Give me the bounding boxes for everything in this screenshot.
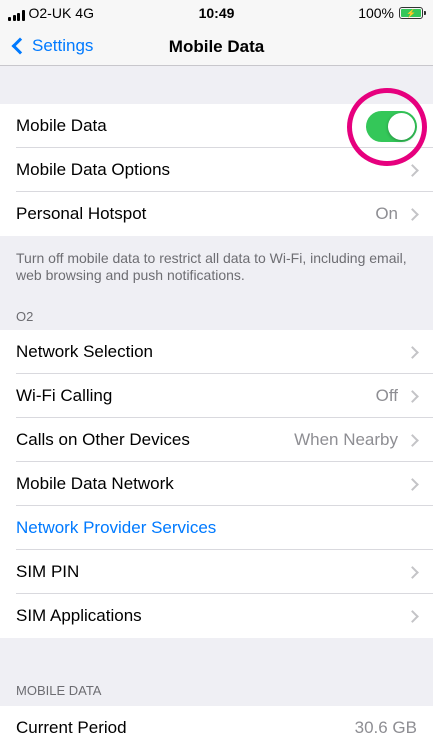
row-label: SIM Applications — [16, 606, 142, 625]
chevron-right-icon — [406, 389, 419, 403]
row-calls-on-other-devices[interactable]: Calls on Other Devices When Nearby — [0, 418, 433, 462]
row-current-period: Current Period 30.6 GB — [0, 706, 433, 747]
row-accessory: Off — [376, 386, 433, 406]
chevron-right-icon — [406, 477, 419, 491]
carrier-group: Network Selection Wi-Fi Calling Off Call… — [0, 330, 433, 638]
nav-bar: Settings Mobile Data — [0, 26, 433, 66]
chevron-right-icon — [406, 163, 419, 177]
row-label: Calls on Other Devices — [16, 430, 190, 449]
battery-icon: ⚡ — [399, 7, 426, 19]
row-label: Wi-Fi Calling — [16, 386, 113, 405]
row-accessory: When Nearby — [294, 430, 433, 450]
chevron-right-icon — [406, 433, 419, 447]
chevron-right-icon — [406, 207, 419, 221]
row-accessory — [406, 163, 433, 177]
highlight-circle — [347, 88, 427, 166]
personal-hotspot-value: On — [375, 204, 398, 223]
section-header-o2: O2 — [16, 309, 34, 324]
chevron-right-icon — [406, 609, 419, 623]
row-sim-pin[interactable]: SIM PIN — [0, 550, 433, 594]
page-title: Mobile Data — [168, 37, 265, 56]
status-bar: O2-UK 4G 10:49 100% ⚡ — [0, 0, 433, 26]
row-personal-hotspot[interactable]: Personal Hotspot On — [0, 192, 433, 236]
row-label: SIM PIN — [16, 562, 80, 581]
usage-group: Current Period 30.6 GB — [0, 706, 433, 747]
chevron-right-icon — [406, 565, 419, 579]
status-right: 100% ⚡ — [358, 5, 426, 21]
row-mobile-data-network[interactable]: Mobile Data Network — [0, 462, 433, 506]
row-accessory — [398, 609, 433, 623]
mobile-data-label: Mobile Data — [16, 116, 107, 135]
row-accessory: On — [375, 204, 433, 224]
row-value: Off — [375, 386, 398, 405]
row-network-selection[interactable]: Network Selection — [0, 330, 433, 374]
footer-note: Turn off mobile data to restrict all dat… — [16, 250, 407, 283]
charging-bolt-icon: ⚡ — [401, 9, 421, 18]
mobile-data-options-label: Mobile Data Options — [16, 160, 171, 179]
row-accessory — [398, 477, 433, 491]
row-accessory — [398, 565, 433, 579]
row-accessory: 30.6 GB — [355, 718, 433, 738]
row-network-provider-services[interactable]: Network Provider Services — [0, 506, 433, 550]
row-sim-applications[interactable]: SIM Applications — [0, 594, 433, 638]
chevron-right-icon — [406, 345, 419, 359]
row-accessory — [398, 345, 433, 359]
row-wifi-calling[interactable]: Wi-Fi Calling Off — [0, 374, 433, 418]
battery-percent: 100% — [358, 5, 394, 21]
row-value: When Nearby — [294, 430, 398, 449]
personal-hotspot-label: Personal Hotspot — [16, 204, 147, 223]
row-label: Mobile Data Network — [16, 474, 174, 493]
section-header-mobile-data: MOBILE DATA — [16, 683, 102, 698]
row-label: Network Provider Services — [16, 518, 217, 537]
current-period-value: 30.6 GB — [354, 718, 417, 737]
row-label: Network Selection — [16, 342, 154, 361]
current-period-label: Current Period — [16, 718, 127, 737]
